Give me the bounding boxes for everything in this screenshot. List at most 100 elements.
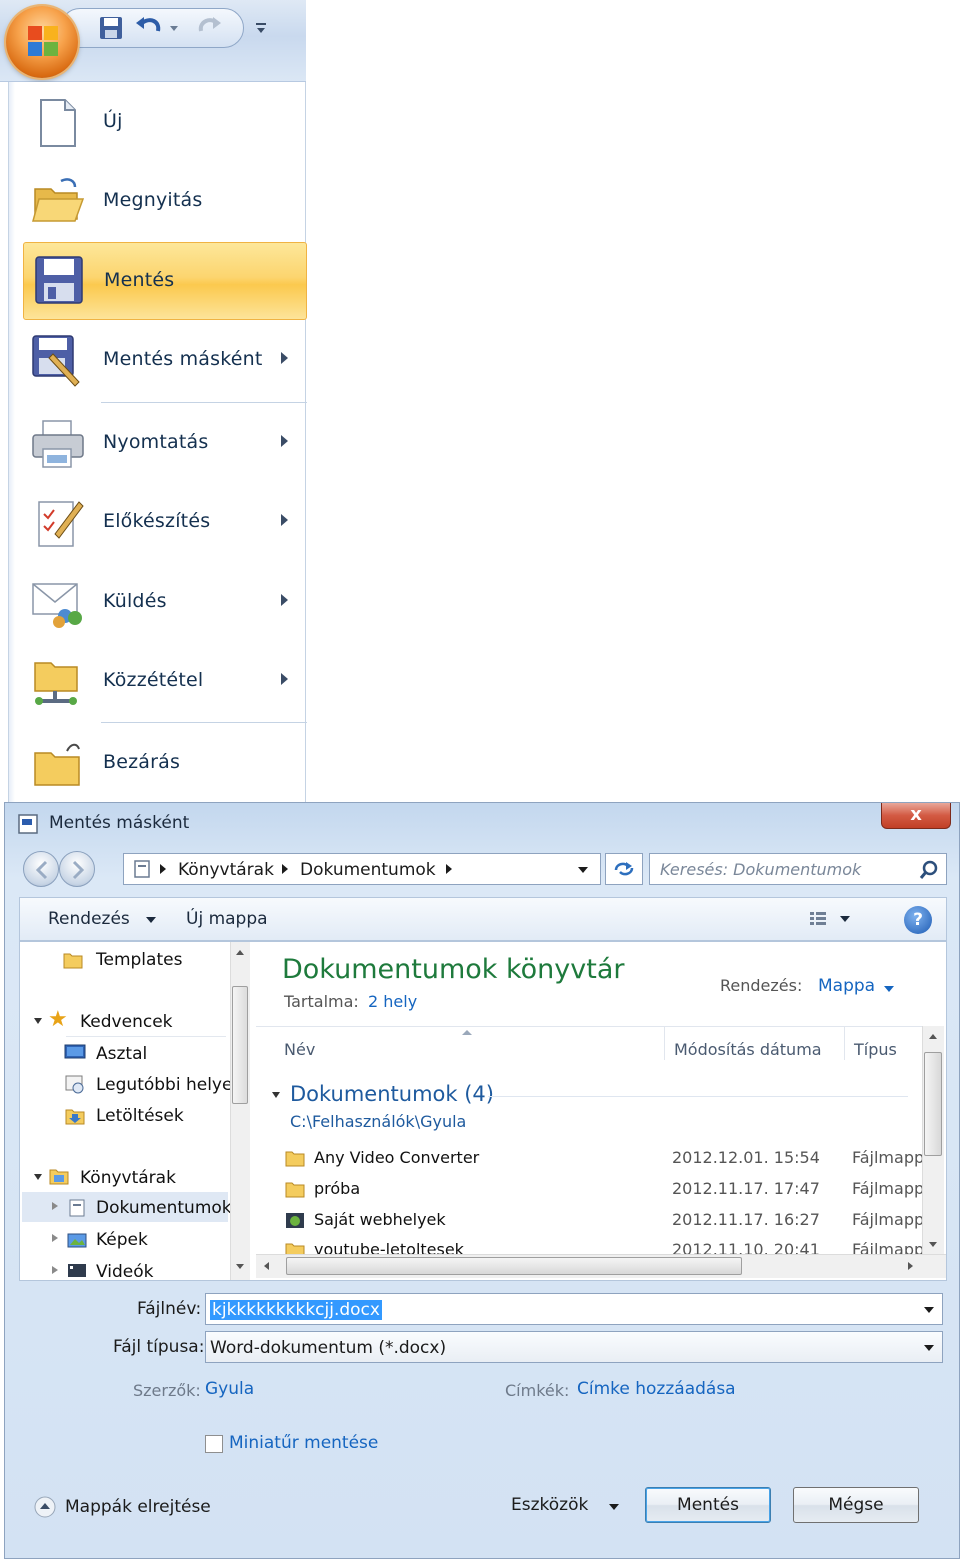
nav-pane-scroll-thumb[interactable]	[232, 986, 248, 1104]
menu-item-close[interactable]: Bezárás	[23, 727, 307, 801]
arrange-by-dropdown[interactable]: Mappa	[818, 976, 875, 996]
search-icon[interactable]	[918, 859, 940, 881]
nav-item-favorites[interactable]: Kedvencek	[80, 1012, 173, 1032]
nav-item-pictures[interactable]: Képek	[96, 1230, 148, 1250]
navigation-bar: Könyvtárak Dokumentumok Keresés: Dokumen…	[19, 849, 947, 889]
address-bar[interactable]: Könyvtárak Dokumentumok	[123, 853, 601, 885]
redo-button[interactable]	[192, 12, 226, 44]
scroll-up-icon[interactable]	[929, 1034, 937, 1039]
nav-item-desktop[interactable]: Asztal	[96, 1044, 147, 1064]
file-row[interactable]: Saját webhelyek 2012.11.17. 16:27 Fájlma…	[284, 1206, 934, 1236]
submenu-arrow-icon	[281, 673, 288, 685]
filename-input[interactable]: kjkkkkkkkkkcjj.docx	[205, 1293, 943, 1325]
menu-item-print[interactable]: Nyomtatás	[23, 407, 307, 481]
undo-button[interactable]	[132, 12, 166, 44]
file-row[interactable]: Any Video Converter 2012.12.01. 15:54 Fá…	[284, 1144, 934, 1174]
menu-item-open[interactable]: Megnyitás	[23, 165, 307, 239]
office-logo-icon	[28, 26, 58, 56]
menu-item-prepare[interactable]: Előkészítés	[23, 486, 307, 560]
organize-button[interactable]: Rendezés	[34, 898, 160, 940]
browser-content: Templates ★ Kedvencek Asztal Legutóbbi h…	[19, 941, 947, 1281]
menu-item-send[interactable]: Küldés	[23, 566, 307, 640]
scroll-down-icon[interactable]	[236, 1264, 244, 1269]
expand-arrow-icon[interactable]	[34, 1174, 42, 1180]
nav-item-documents[interactable]: Dokumentumok	[96, 1198, 232, 1218]
group-collapse-icon[interactable]	[272, 1092, 280, 1098]
column-header-name[interactable]: Név	[284, 1040, 315, 1059]
nav-item-templates[interactable]: Templates	[96, 950, 182, 970]
save-button[interactable]: Mentés	[645, 1487, 771, 1523]
send-icon	[32, 583, 82, 628]
favorites-web-icon	[286, 1213, 304, 1228]
column-divider[interactable]	[844, 1026, 845, 1060]
printer-icon	[32, 420, 84, 468]
refresh-button[interactable]	[605, 853, 643, 885]
help-icon[interactable]: ?	[904, 906, 932, 934]
hide-folders-label: Mappák elrejtése	[65, 1497, 211, 1517]
chevron-down-icon[interactable]	[924, 1307, 934, 1313]
file-list-vertical-thumb[interactable]	[924, 1052, 942, 1156]
menu-item-label: Nyomtatás	[103, 431, 209, 453]
cancel-button[interactable]: Mégse	[793, 1487, 919, 1523]
undo-dropdown-button[interactable]	[166, 12, 182, 44]
collapsed-arrow-icon[interactable]	[52, 1234, 58, 1242]
menu-item-publish[interactable]: Közzététel	[23, 645, 307, 719]
thumbnail-label[interactable]: Miniatűr mentése	[229, 1433, 378, 1453]
menu-item-new[interactable]: Új	[23, 86, 307, 160]
collapsed-arrow-icon[interactable]	[52, 1266, 58, 1274]
command-toolbar: Rendezés Új mappa ?	[19, 897, 947, 941]
scroll-left-icon[interactable]	[264, 1262, 269, 1270]
nav-item-downloads[interactable]: Letöltések	[96, 1106, 184, 1126]
collapsed-arrow-icon[interactable]	[52, 1202, 58, 1210]
column-header-date[interactable]: Módosítás dátuma	[674, 1040, 822, 1059]
customize-qat-button[interactable]	[250, 12, 272, 44]
hide-folders-button[interactable]: Mappák elrejtése	[33, 1493, 213, 1523]
column-header-type[interactable]: Típus	[854, 1040, 897, 1059]
menu-separator	[101, 402, 307, 403]
breadcrumb-libraries[interactable]: Könyvtárak	[178, 860, 274, 880]
view-options-button[interactable]	[796, 906, 856, 932]
submenu-arrow-icon	[281, 352, 288, 364]
new-folder-button[interactable]: Új mappa	[172, 898, 272, 940]
scroll-down-icon[interactable]	[929, 1242, 937, 1247]
library-includes-link[interactable]: 2 hely	[368, 992, 417, 1011]
tools-dropdown[interactable]: Eszközök	[505, 1489, 629, 1523]
office-button[interactable]	[6, 6, 78, 78]
file-row[interactable]: youtube-letoltesek 2012.11.10. 20:41 Fáj…	[284, 1236, 934, 1254]
menu-item-label: Bezárás	[103, 751, 181, 773]
favorites-divider	[66, 1036, 226, 1037]
thumbnail-checkbox[interactable]	[205, 1435, 223, 1453]
nav-item-libraries[interactable]: Könyvtárak	[80, 1168, 176, 1188]
file-name: Any Video Converter	[314, 1148, 480, 1167]
filetype-select[interactable]: Word-dokumentum (*.docx)	[205, 1331, 943, 1363]
breadcrumb-documents[interactable]: Dokumentumok	[300, 860, 436, 880]
back-button[interactable]	[23, 851, 59, 887]
search-input[interactable]: Keresés: Dokumentumok	[649, 853, 947, 885]
dialog-title-bar: Mentés másként x	[5, 803, 959, 847]
scroll-up-icon[interactable]	[236, 950, 244, 955]
menu-item-label: Küldés	[103, 590, 167, 612]
chevron-down-icon	[609, 1504, 619, 1510]
chevron-down-icon[interactable]	[884, 986, 894, 992]
forward-button[interactable]	[59, 851, 95, 887]
sort-ascending-icon	[462, 1030, 472, 1035]
nav-item-recent-places[interactable]: Legutóbbi helyek	[96, 1075, 242, 1095]
menu-item-save[interactable]: Mentés	[23, 242, 307, 320]
authors-value[interactable]: Gyula	[205, 1379, 254, 1399]
file-row[interactable]: próba 2012.11.17. 17:47 Fájlmapp	[284, 1175, 934, 1205]
menu-item-save-as[interactable]: Mentés másként	[23, 324, 307, 398]
file-date: 2012.11.17. 16:27	[672, 1210, 820, 1229]
pictures-icon	[67, 1233, 87, 1248]
file-list-horizontal-thumb[interactable]	[286, 1257, 742, 1275]
file-list-pane: Dokumentumok könyvtár Tartalma: 2 hely R…	[256, 942, 946, 1280]
close-button[interactable]: x	[881, 803, 951, 829]
expand-arrow-icon[interactable]	[34, 1018, 42, 1024]
prepare-icon	[38, 501, 84, 547]
scroll-right-icon[interactable]	[908, 1262, 913, 1270]
tags-value[interactable]: Címke hozzáadása	[577, 1379, 736, 1399]
save-quick-button[interactable]	[94, 12, 128, 44]
group-header-title[interactable]: Dokumentumok (4)	[290, 1082, 494, 1106]
nav-item-videos[interactable]: Videók	[96, 1262, 153, 1280]
column-divider[interactable]	[664, 1026, 665, 1060]
address-dropdown-icon[interactable]	[578, 867, 588, 873]
